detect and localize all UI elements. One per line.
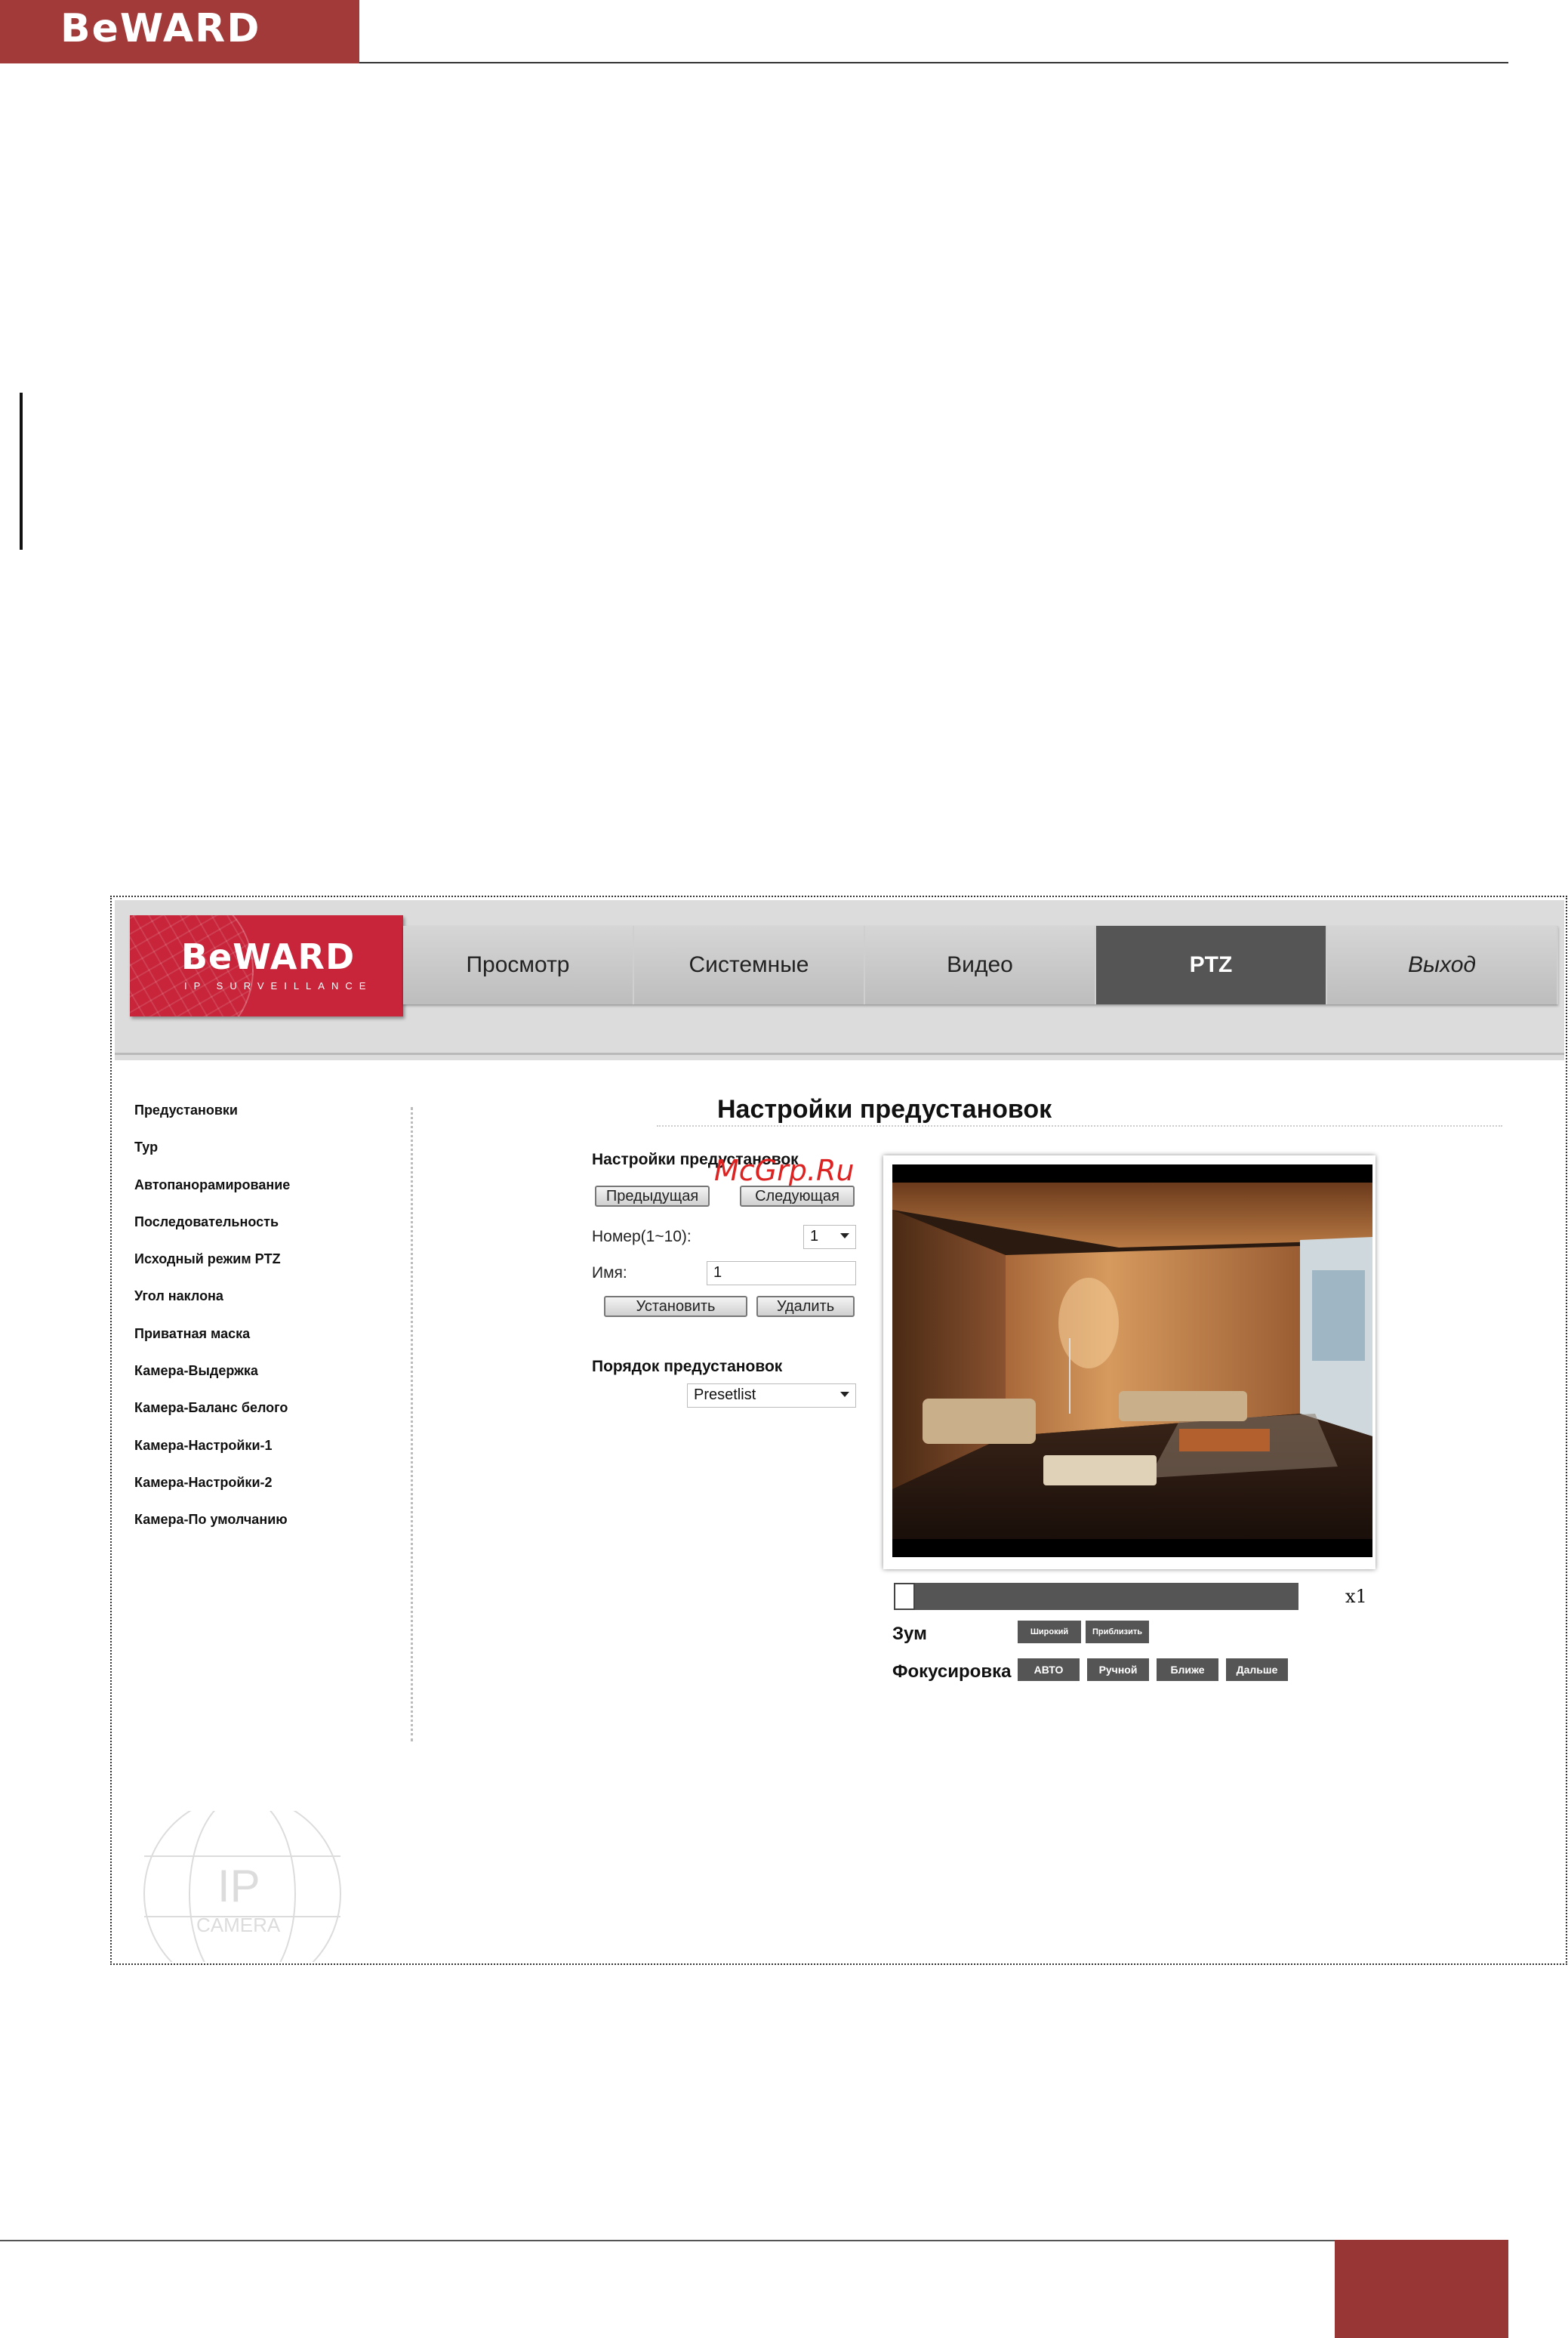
page-title: Настройки предустановок xyxy=(717,1095,1052,1124)
preset-number-label: Номер(1~10): xyxy=(592,1228,692,1245)
preset-order-select[interactable]: Presetlist xyxy=(687,1383,856,1408)
tab-system[interactable]: Системные xyxy=(634,926,865,1004)
footer-page-block xyxy=(1335,2240,1508,2338)
menu-item-presets[interactable]: Предустановки xyxy=(134,1101,406,1138)
focus-near-button[interactable]: Ближе xyxy=(1157,1658,1218,1681)
focus-label: Фокусировка xyxy=(892,1661,1012,1682)
focus-auto-button[interactable]: АВТО xyxy=(1018,1658,1080,1681)
camera-logo-tagline: IP SURVEILLANCE xyxy=(184,980,373,992)
preset-order-value: Presetlist xyxy=(694,1386,756,1403)
next-preset-button[interactable]: Следующая xyxy=(740,1186,855,1207)
menu-item-tour[interactable]: Тур xyxy=(134,1138,406,1175)
zoom-tele-button[interactable]: Приблизить xyxy=(1086,1621,1149,1643)
zoom-wide-button[interactable]: Широкий xyxy=(1018,1621,1081,1643)
zoom-level: x1 xyxy=(1345,1586,1367,1607)
footer-rule xyxy=(0,2240,1508,2241)
menu-item-camera-settings-2[interactable]: Камера-Настройки-2 xyxy=(134,1473,406,1510)
brand-logo: BeWARD xyxy=(60,6,261,51)
camera-logo: BeWARD IP SURVEILLANCE xyxy=(130,915,403,1016)
ip-watermark-line1: IP xyxy=(217,1861,260,1911)
menu-item-tilt-angle[interactable]: Угол наклона xyxy=(134,1287,406,1324)
camera-logo-name: BeWARD xyxy=(181,936,356,977)
preset-order-title: Порядок предустановок xyxy=(592,1358,783,1375)
menu-item-autopan[interactable]: Автопанорамирование xyxy=(134,1176,406,1213)
set-preset-button[interactable]: Установить xyxy=(604,1296,747,1317)
camera-ui-screenshot: BeWARD IP SURVEILLANCE Просмотр Системны… xyxy=(110,896,1567,1993)
focus-far-button[interactable]: Дальше xyxy=(1226,1658,1288,1681)
menu-item-camera-defaults[interactable]: Камера-По умолчанию xyxy=(134,1510,406,1547)
menu-separator xyxy=(411,1107,413,1741)
heading-divider xyxy=(657,1125,1502,1127)
room-scene-image xyxy=(892,1183,1372,1539)
site-watermark: McGrp.Ru xyxy=(714,1154,855,1187)
menu-item-home-ptz[interactable]: Исходный режим PTZ xyxy=(134,1250,406,1287)
ip-watermark-line2: CAMERA xyxy=(196,1914,281,1936)
tab-view[interactable]: Просмотр xyxy=(403,926,634,1004)
menu-item-sequence[interactable]: Последовательность xyxy=(134,1213,406,1250)
live-video[interactable] xyxy=(892,1164,1372,1557)
chevron-down-icon xyxy=(840,1233,849,1238)
delete-preset-button[interactable]: Удалить xyxy=(756,1296,855,1317)
menu-item-camera-settings-1[interactable]: Камера-Настройки-1 xyxy=(134,1436,406,1473)
preset-name-input[interactable]: 1 xyxy=(707,1261,856,1285)
preset-number-select[interactable]: 1 xyxy=(803,1225,856,1249)
zoom-slider[interactable] xyxy=(894,1583,1298,1610)
main-tabs: Просмотр Системные Видео PTZ Выход xyxy=(403,926,1558,1004)
ptz-menu: Предустановки Тур Автопанорамирование По… xyxy=(134,1101,406,1548)
previous-preset-button[interactable]: Предыдущая xyxy=(595,1186,710,1207)
top-bar-divider xyxy=(115,1053,1564,1055)
preset-number-value: 1 xyxy=(810,1228,819,1245)
tab-ptz[interactable]: PTZ xyxy=(1096,926,1327,1004)
zoom-slider-thumb[interactable] xyxy=(894,1583,915,1610)
menu-item-camera-white-balance[interactable]: Камера-Баланс белого xyxy=(134,1399,406,1436)
focus-manual-button[interactable]: Ручной xyxy=(1087,1658,1149,1681)
menu-item-privacy-mask[interactable]: Приватная маска xyxy=(134,1325,406,1362)
video-preview-frame xyxy=(883,1155,1375,1569)
tab-logout[interactable]: Выход xyxy=(1327,926,1558,1004)
chevron-down-icon xyxy=(840,1392,849,1397)
tab-video[interactable]: Видео xyxy=(865,926,1096,1004)
menu-item-camera-exposure[interactable]: Камера-Выдержка xyxy=(134,1362,406,1399)
ip-camera-watermark: IP CAMERA xyxy=(140,1795,344,1993)
preset-name-label: Имя: xyxy=(592,1264,627,1282)
zoom-label: Зум xyxy=(892,1624,927,1644)
margin-mark xyxy=(20,393,23,550)
brand-header-block: BeWARD xyxy=(0,0,359,63)
header-rule xyxy=(359,62,1508,63)
